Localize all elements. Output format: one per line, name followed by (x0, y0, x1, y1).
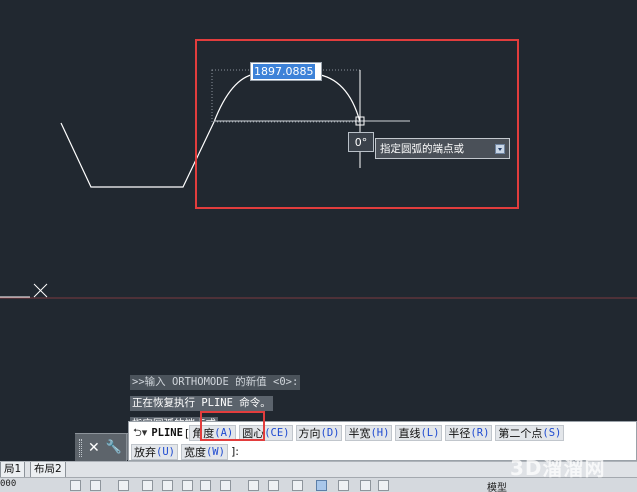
close-icon[interactable]: ✕ (88, 440, 100, 456)
command-window-controls: ✕ 🔧 (75, 434, 127, 461)
ortho-mode-icon[interactable] (142, 480, 153, 491)
command-name: PLINE (151, 427, 183, 439)
option-line[interactable]: 直线 (L) (395, 425, 443, 441)
quick-properties-icon[interactable] (378, 480, 389, 491)
polyline-segments (60, 121, 215, 188)
wrench-icon[interactable]: 🔧 (106, 440, 122, 455)
grid-mode-icon[interactable] (90, 480, 101, 491)
dynamic-input-icon[interactable] (316, 480, 327, 491)
object-snap-icon[interactable] (220, 480, 231, 491)
annotation-monitor-icon[interactable] (338, 480, 349, 491)
dynamic-prompt-tooltip[interactable]: 指定圆弧的端点或 (375, 138, 510, 159)
polar-tracking-icon[interactable] (162, 480, 173, 491)
watermark-logo: 3D溜溜网 (510, 456, 606, 480)
command-prompt-row-2: 放弃 (U) 宽度 (W) ]: (131, 443, 239, 460)
model-space-toggle[interactable]: 模型 (487, 479, 507, 492)
lineweight-icon[interactable] (248, 480, 259, 491)
option-second-point[interactable]: 第二个点 (S) (495, 425, 565, 441)
grid-display-icon[interactable] (118, 480, 129, 491)
option-halfwidth[interactable]: 半宽 (H) (345, 425, 393, 441)
drag-grip-icon[interactable] (79, 438, 82, 457)
isodraft-icon[interactable] (182, 480, 193, 491)
arc-preview (213, 73, 361, 123)
option-radius[interactable]: 半径 (R) (445, 425, 493, 441)
selection-cycling-icon[interactable] (292, 480, 303, 491)
option-bracket-close: ]: (230, 445, 239, 458)
object-snap-tracking-icon[interactable] (200, 480, 211, 491)
option-undo[interactable]: 放弃 (U) (131, 443, 178, 460)
transparency-icon[interactable] (268, 480, 279, 491)
angle-readout: 0° (348, 132, 374, 152)
dynamic-input-value: 1897.0885 (253, 64, 315, 79)
tab-layout2[interactable]: 布局2 (30, 462, 66, 478)
option-center[interactable]: 圆心 (CE) (239, 425, 293, 441)
command-prompt-row: ⮌▾ PLINE [ 角度 (A) 圆心 (CE) 方向 (D) 半宽 (H) 直线 (L… (133, 424, 567, 442)
ucs-icon (0, 283, 48, 298)
option-angle[interactable]: 角度 (A) (189, 425, 237, 441)
chevron-down-icon[interactable] (495, 144, 505, 154)
tab-layout1[interactable]: 局1 (0, 462, 26, 478)
units-icon[interactable] (360, 480, 371, 491)
dynamic-prompt-text: 指定圆弧的端点或 (380, 143, 464, 155)
option-direction[interactable]: 方向 (D) (295, 425, 343, 441)
dynamic-input-field[interactable]: 1897.0885 (250, 62, 322, 81)
history-line: >>输入 ORTHOMODE 的新值 <0>: (130, 375, 301, 390)
snap-mode-icon[interactable] (70, 480, 81, 491)
command-prompt-icon[interactable]: ⮌▾ (133, 424, 147, 443)
coordinate-readout: 000 (0, 479, 17, 489)
history-line: 正在恢复执行 PLINE 命令。 (130, 396, 273, 411)
option-width[interactable]: 宽度 (W) (180, 443, 228, 460)
